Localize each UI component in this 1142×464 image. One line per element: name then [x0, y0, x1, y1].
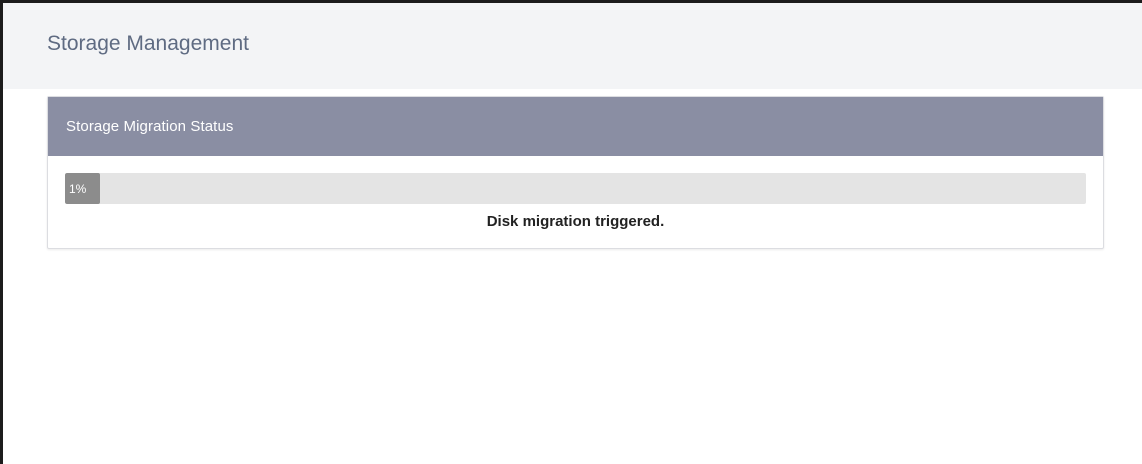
- migration-progress-bar: 1%: [65, 173, 1086, 204]
- progress-label: 1%: [69, 181, 87, 196]
- migration-status-panel: Storage Migration Status 1% Disk migrati…: [47, 96, 1104, 249]
- page-header: Storage Management: [3, 3, 1142, 89]
- panel-body: 1% Disk migration triggered.: [48, 156, 1103, 230]
- panel-title: Storage Migration Status: [66, 118, 234, 135]
- status-message: Disk migration triggered.: [486, 213, 665, 230]
- panel-header: Storage Migration Status: [48, 97, 1103, 156]
- page-title: Storage Management: [47, 32, 249, 55]
- app-window: Storage Management Storage Migration Sta…: [0, 0, 1142, 464]
- progress-fill: 1%: [65, 173, 100, 204]
